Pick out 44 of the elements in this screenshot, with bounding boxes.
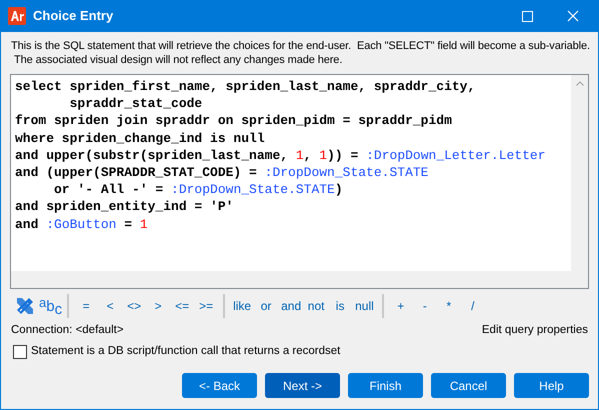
- connection-label: Connection: <default>: [11, 323, 124, 338]
- ruler-pencil-icon[interactable]: [14, 295, 36, 317]
- operator-button[interactable]: *: [436, 297, 461, 315]
- dialog-button[interactable]: Help: [514, 373, 589, 398]
- operator-button[interactable]: >: [146, 297, 170, 315]
- operator-button[interactable]: -: [412, 297, 437, 315]
- operator-button[interactable]: <>: [122, 297, 146, 315]
- checkbox[interactable]: [13, 345, 27, 359]
- operator-button[interactable]: >=: [194, 297, 218, 315]
- app-logo-icon: [8, 7, 26, 25]
- dialog-button[interactable]: Cancel: [431, 373, 506, 398]
- code-line: from spriden join spraddr on spriden_pidm = spraddr_pidm: [15, 112, 452, 130]
- operator-button[interactable]: and: [278, 297, 304, 315]
- dialog-button[interactable]: Finish: [348, 373, 423, 398]
- operator-button[interactable]: is: [328, 297, 352, 315]
- code-line: and (upper(SPRADDR_STAT_CODE) = :DropDown_State.STATE: [15, 164, 428, 182]
- checkbox-label: Statement is a DB script/function call that returns a recordset: [31, 344, 340, 360]
- operator-button[interactable]: =: [74, 297, 98, 315]
- code-line: or '- All -' = :DropDown_State.STATE): [53, 181, 343, 198]
- code-line: spraddr_stat_code: [68, 95, 202, 112]
- code-line: and upper(substr(spriden_last_name, 1, 1)) = :DropDown_Letter.Letter: [15, 146, 546, 164]
- operator-button[interactable]: or: [254, 297, 278, 315]
- horizontal-scrollbar[interactable]: [11, 271, 571, 288]
- description-text: The associated visual design will not reflect any changes made here.: [13, 53, 342, 67]
- operator-button[interactable]: /: [460, 297, 485, 315]
- code-line: where spriden_change_ind is null: [15, 130, 265, 147]
- sql-editor[interactable]: [10, 74, 589, 289]
- operator-button[interactable]: <=: [170, 297, 194, 315]
- dialog-button[interactable]: Next ->: [265, 373, 340, 398]
- code-line: and spriden_entity_ind = 'P': [15, 198, 234, 216]
- operator-button[interactable]: not: [304, 297, 328, 315]
- operator-button[interactable]: +: [388, 297, 413, 315]
- operator-button[interactable]: <: [98, 297, 122, 315]
- code-line: and :GoButton = 1: [15, 216, 148, 233]
- operator-button[interactable]: null: [352, 297, 377, 315]
- description-text: This is the SQL statement that will retrieve the choices for the end-user. Each "SELECT" field will become a sub-variable.: [11, 39, 590, 53]
- operator-button[interactable]: like: [230, 297, 254, 315]
- close-icon: [567, 10, 579, 22]
- code-line: select spriden_first_name, spriden_last_name, spraddr_city,: [15, 78, 476, 96]
- window-title: Choice Entry: [33, 7, 114, 26]
- vertical-scrollbar[interactable]: [571, 75, 588, 288]
- edit-query-properties-link[interactable]: Edit query properties: [482, 322, 588, 340]
- dialog-button[interactable]: <- Back: [182, 373, 257, 398]
- maximize-icon: [522, 10, 532, 22]
